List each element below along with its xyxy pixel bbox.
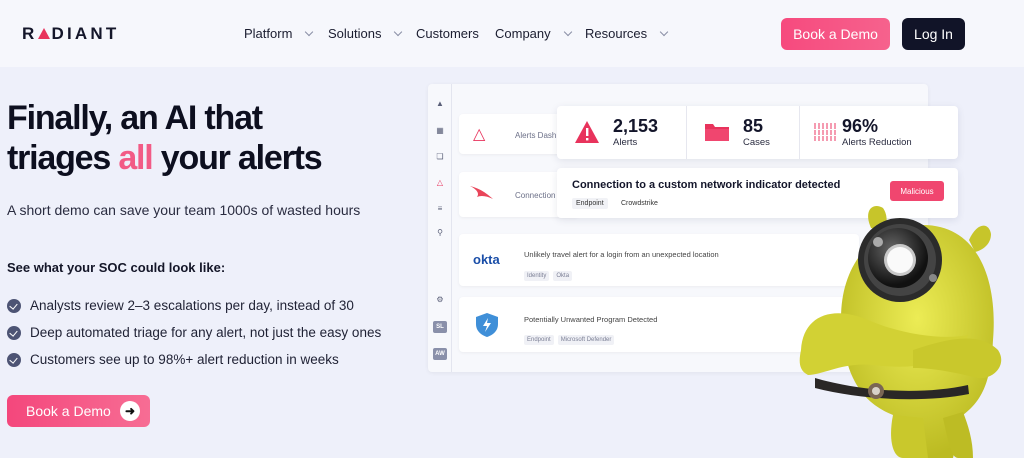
hero-title: Finally, an AI that triages all your ale… [7,98,323,178]
nav-label: Customers [416,26,479,41]
alert-title: Connection to a custom network indicator… [572,179,841,191]
stat-value: 2,153 [613,116,659,136]
bullet-text: Deep automated triage for any alert, not… [30,325,382,340]
nav-label: Solutions [328,26,382,41]
nav-item-company[interactable]: Company [495,26,572,41]
arrow-right-icon: ➜ [120,401,140,421]
nav-item-platform[interactable]: Platform [244,26,314,41]
row-label: Connection [515,191,556,200]
stat-label: Cases [743,137,770,148]
nav-item-customers[interactable]: Customers [416,26,479,41]
crowdstrike-falcon-icon [470,186,493,199]
okta-logo: okta [473,252,500,267]
stat-label: Alerts [613,137,638,148]
gear-icon: ⚙ [436,295,444,304]
check-circle-icon [7,325,21,340]
shield-icon [476,313,498,337]
folder-icon [705,124,729,141]
nav-label: Resources [585,26,648,41]
status-badge: Malicious [890,181,944,201]
grid-bars-icon [814,123,836,141]
logo-triangle-icon: ▲ [436,99,444,108]
nav-item-resources[interactable]: Resources [585,26,669,41]
stat-label: Alerts Reduction [842,137,912,148]
stat-reduction: 96% Alerts Reduction [800,106,958,159]
warning-triangle-icon [575,121,599,143]
list-item: Analysts review 2–3 escalations per day,… [7,292,381,319]
alert-title: Unlikely travel alert for a login from a… [524,250,719,259]
logo-triangle-icon [38,28,51,39]
radiant-logo[interactable]: R DIANT [22,24,119,44]
hero-title-line1: Finally, an AI that [7,99,263,137]
warning-icon: △ [436,178,444,187]
title-text: triages [7,139,119,177]
tag: Endpoint [572,198,608,209]
bullet-text: Analysts review 2–3 escalations per day,… [30,298,354,313]
bullet-text: Customers see up to 98%+ alert reduction… [30,352,339,367]
mascot-illustration [799,206,1002,458]
title-accent: all [118,139,153,177]
grid-icon: ▦ [436,126,444,135]
alert-title: Potentially Unwanted Program Detected [524,315,658,324]
stat-value: 85 [743,116,764,136]
benefit-list: Analysts review 2–3 escalations per day,… [7,292,381,373]
tag: Crowdstrike [621,200,658,207]
book-demo-button[interactable]: Book a Demo [781,18,890,50]
title-text: your alerts [152,139,323,177]
check-circle-icon [7,298,21,313]
stat-alerts: 2,153 Alerts [557,106,687,159]
layers-icon: ❏ [436,152,444,161]
list-item: Deep automated triage for any alert, not… [7,319,381,346]
warning-icon: △ [473,126,486,143]
login-button[interactable]: Log In [902,18,965,50]
nav-label: Company [495,26,551,41]
stat-cases: 85 Cases [687,106,800,159]
nav-item-solutions[interactable]: Solutions [328,26,403,41]
stats-card: 2,153 Alerts 85 Cases 96% Alerts Reducti… [557,106,958,159]
chevron-down-icon [305,27,314,37]
dashboard-sidebar: ▲ ▦ ❏ △ ≡ ⚲ ⚙ SL AW [428,84,452,372]
nav-label: Platform [244,26,293,41]
see-soc-title: See what your SOC could look like: [7,260,226,275]
list-icon: ≡ [437,204,443,213]
stat-value: 96% [842,116,879,136]
row-label: Alerts Dash [515,131,557,140]
avatar: SL [433,321,447,333]
hero-title-line2: triages all your alerts [7,138,323,178]
tag: Endpoint [524,335,554,345]
tag: Identity [524,271,550,281]
hero-subtitle: A short demo can save your team 1000s of… [7,202,361,218]
chevron-down-icon [659,27,669,37]
chevron-down-icon [394,27,403,37]
tag: Okta [553,271,573,281]
cta-label: Book a Demo [26,403,111,419]
hero-book-demo-button[interactable]: Book a Demo ➜ [7,395,150,427]
tag: Microsoft Defender [557,335,615,345]
top-nav: R DIANT Platform Solutions Customers Comp… [0,0,1024,67]
chevron-down-icon [563,27,572,37]
search-icon: ⚲ [437,228,443,237]
list-item: Customers see up to 98%+ alert reduction… [7,346,381,373]
check-circle-icon [7,352,21,367]
avatar: AW [433,348,447,360]
